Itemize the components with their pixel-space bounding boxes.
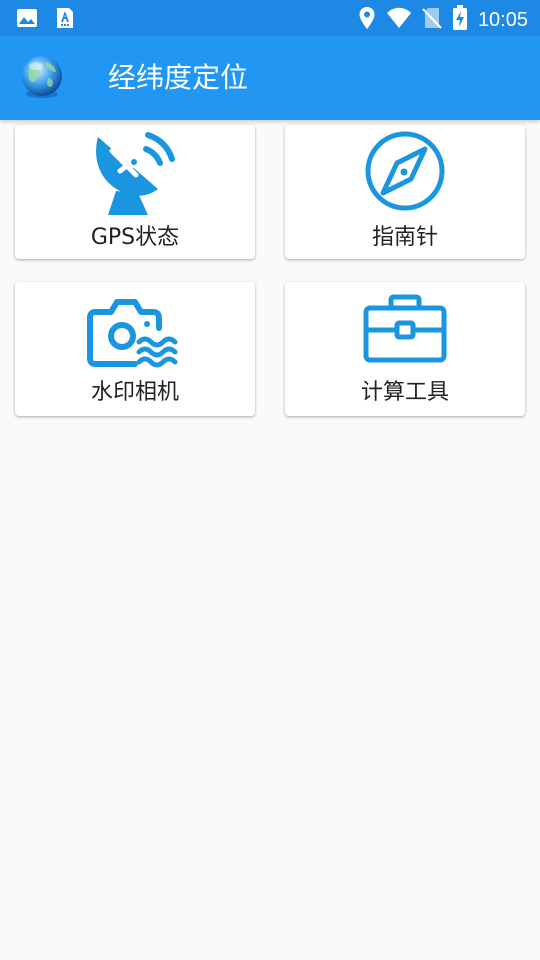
calculation-tools-card[interactable]: 计算工具 (285, 282, 525, 416)
watermark-camera-icon (87, 296, 183, 376)
toolbox-icon (363, 294, 447, 368)
location-icon (358, 6, 376, 34)
calculation-tools-label: 计算工具 (360, 380, 449, 405)
image-notification-icon (16, 7, 38, 33)
satellite-dish-icon (90, 129, 180, 221)
compass-icon (363, 129, 447, 217)
notification-icons (16, 7, 76, 33)
clock-time: 10:05 (477, 9, 528, 31)
battery-charging-icon (452, 5, 468, 35)
system-icons: 10:05 (358, 5, 528, 35)
watermark-camera-label: 水印相机 (90, 380, 179, 405)
text-a-notification-icon (54, 7, 76, 33)
no-sim-icon (422, 6, 442, 34)
app-title: 经纬度定位 (108, 61, 249, 94)
gps-status-card[interactable]: GPS状态 (15, 125, 255, 259)
app-bar: 经纬度定位 (0, 36, 540, 120)
watermark-camera-card[interactable]: 水印相机 (15, 282, 255, 416)
gps-status-label: GPS状态 (90, 225, 180, 250)
wifi-icon (386, 7, 412, 33)
status-bar: 10:05 (0, 0, 540, 36)
compass-label: 指南针 (371, 225, 438, 250)
globe-logo (18, 52, 66, 100)
compass-card[interactable]: 指南针 (285, 125, 525, 259)
